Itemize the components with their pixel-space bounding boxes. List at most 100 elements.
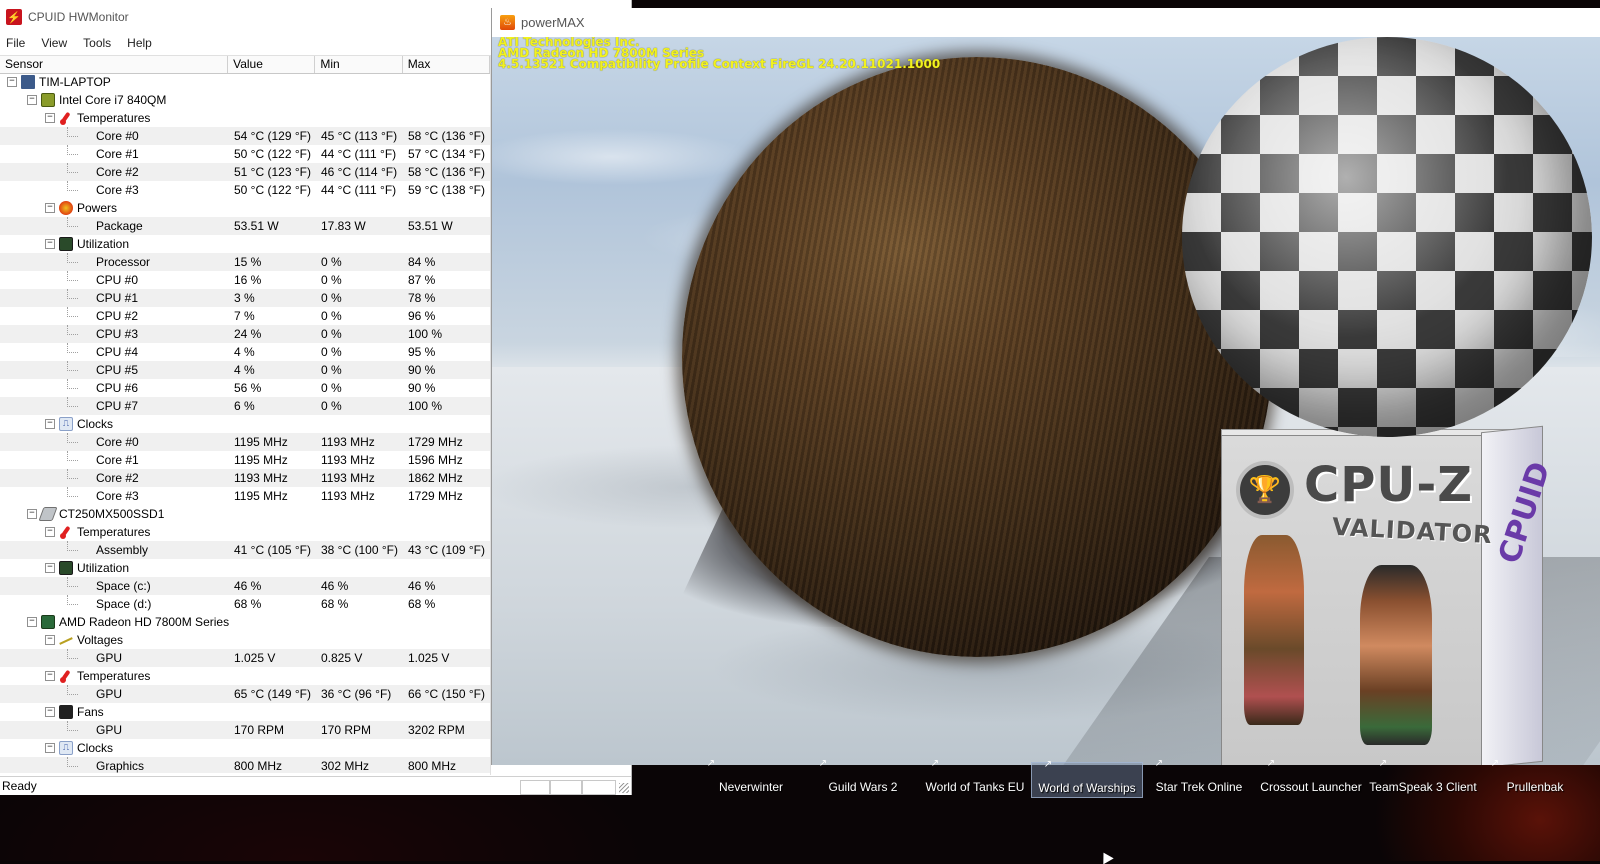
sensor-value: 51 °C (123 °F) [234,165,311,179]
desktop-shortcut[interactable]: ↗ World of Warships [1031,759,1143,798]
collapse-toggle-icon[interactable]: − [27,617,37,627]
sensor-row[interactable]: Space (d:) 68 % 68 % 68 % [0,595,490,613]
powermax-window[interactable]: ♨ powerMAX 🏆 CPU-Z VALIDATOR CPUID ATI T… [491,8,1600,765]
sensor-max [403,739,490,757]
tree-node[interactable]: − Voltages [0,631,490,649]
tree-node[interactable]: − Utilization [0,559,490,577]
tree-node[interactable]: − Temperatures [0,523,490,541]
tree-node[interactable]: − Temperatures [0,109,490,127]
sensor-row[interactable]: Graphics 800 MHz 302 MHz 800 MHz [0,757,490,773]
sensor-min [316,505,403,523]
sensor-row[interactable]: Core #3 1195 MHz 1193 MHz 1729 MHz [0,487,490,505]
sensor-min: 68 % [321,597,349,611]
column-sensor[interactable]: Sensor [0,56,229,73]
resize-grip[interactable] [619,783,629,793]
collapse-toggle-icon[interactable]: − [27,95,37,105]
tree-node[interactable]: − AMD Radeon HD 7800M Series [0,613,490,631]
collapse-toggle-icon[interactable]: − [45,671,55,681]
sensor-row[interactable]: CPU #6 56 % 0 % 90 % [0,379,490,397]
collapse-toggle-icon[interactable]: − [45,527,55,537]
sensor-min: 0 % [321,327,342,341]
sensor-value: 24 % [234,327,262,341]
sensor-value [229,505,316,523]
desktop-shortcut[interactable]: ↗ Neverwinter [695,758,807,798]
sensor-row[interactable]: Core #0 54 °C (129 °F) 45 °C (113 °F) 58 °C… [0,127,490,145]
sensor-row[interactable]: GPU 1.025 V 0.825 V 1.025 V [0,649,490,667]
sensor-row[interactable]: CPU #5 4 % 0 % 90 % [0,361,490,379]
sensor-row[interactable]: CPU #1 3 % 0 % 78 % [0,289,490,307]
collapse-toggle-icon[interactable]: − [7,77,17,87]
sensor-tree[interactable]: − TIM-LAPTOP − Intel Core i7 840QM − Temperat… [0,73,490,773]
sensor-row[interactable]: Package 53.51 W 17.83 W 53.51 W [0,217,490,235]
sensor-name-cell: − Temperatures [0,667,229,685]
render-viewport[interactable]: 🏆 CPU-Z VALIDATOR CPUID ATI Technologies… [492,37,1600,765]
collapse-toggle-icon[interactable]: − [45,419,55,429]
collapse-toggle-icon[interactable]: − [27,509,37,519]
desktop-shortcut[interactable]: ↗ Crossout Launcher [1255,758,1367,798]
sensor-name-cell: − Temperatures [0,109,229,127]
sensor-value: 800 MHz [234,759,283,773]
sensor-min: 0 % [321,381,342,395]
node-label: Temperatures [77,111,151,125]
tree-node[interactable]: − Temperatures [0,667,490,685]
desktop-shortcut[interactable]: ↗ TeamSpeak 3 Client [1367,758,1479,798]
desktop-shortcut[interactable]: ↗ World of Tanks EU [919,758,1031,798]
tree-node[interactable]: − Intel Core i7 840QM [0,91,490,109]
sensor-row[interactable]: Core #2 1193 MHz 1193 MHz 1862 MHz [0,469,490,487]
collapse-toggle-icon[interactable]: − [45,743,55,753]
desktop-shortcut[interactable]: ↗ Star Trek Online [1143,758,1255,798]
collapse-toggle-icon[interactable]: − [45,239,55,249]
sensor-label: CPU #1 [96,291,139,305]
collapse-toggle-icon[interactable]: − [45,707,55,717]
collapse-toggle-icon[interactable]: − [45,635,55,645]
menu-tools[interactable]: Tools [83,36,111,50]
sensor-value: 15 % [234,255,262,269]
tree-node[interactable]: − Fans [0,703,490,721]
collapse-toggle-icon[interactable]: − [45,203,55,213]
tree-guide-line [67,757,78,767]
desktop-shortcut[interactable]: ↗ Guild Wars 2 [807,758,919,798]
collapse-toggle-icon[interactable]: − [45,113,55,123]
sensor-label: CPU #7 [96,399,139,413]
column-value[interactable]: Value [228,56,316,73]
sensor-row[interactable]: Core #1 50 °C (122 °F) 44 °C (111 °F) 57 °C… [0,145,490,163]
tree-node[interactable]: − ⎍ Clocks [0,739,490,757]
menu-file[interactable]: File [6,36,25,50]
sensor-max: 800 MHz [408,759,457,773]
sensor-row[interactable]: CPU #0 16 % 0 % 87 % [0,271,490,289]
sensor-row[interactable]: Processor 15 % 0 % 84 % [0,253,490,271]
node-label: TIM-LAPTOP [39,75,111,89]
tree-guide-line [67,325,78,335]
sensor-min: 170 RPM [321,723,372,737]
tree-node[interactable]: − ⎍ Clocks [0,415,490,433]
sensor-row[interactable]: GPU 65 °C (149 °F) 36 °C (96 °F) 66 °C (150… [0,685,490,703]
tree-node[interactable]: − Powers [0,199,490,217]
tree-node[interactable]: − TIM-LAPTOP [0,73,490,91]
menu-help[interactable]: Help [127,36,152,50]
sensor-row[interactable]: Core #0 1195 MHz 1193 MHz 1729 MHz [0,433,490,451]
sensor-max: 95 % [408,345,436,359]
sensor-row[interactable]: CPU #2 7 % 0 % 96 % [0,307,490,325]
menu-view[interactable]: View [41,36,67,50]
sensor-row[interactable]: CPU #3 24 % 0 % 100 % [0,325,490,343]
sensor-row[interactable]: Core #1 1195 MHz 1193 MHz 1596 MHz [0,451,490,469]
sensor-name-cell: − ⎍ Clocks [0,415,229,433]
collapse-toggle-icon[interactable]: − [45,563,55,573]
sensor-max: 96 % [408,309,436,323]
sensor-row[interactable]: GPU 170 RPM 170 RPM 3202 RPM [0,721,490,739]
sensor-row[interactable]: Core #2 51 °C (123 °F) 46 °C (114 °F) 58 °C… [0,163,490,181]
tree-node[interactable]: − CT250MX500SSD1 [0,505,490,523]
sensor-row[interactable]: Space (c:) 46 % 46 % 46 % [0,577,490,595]
sensor-row[interactable]: CPU #7 6 % 0 % 100 % [0,397,490,415]
column-min[interactable]: Min [315,56,403,73]
shortcut-label: World of Tanks EU [925,780,1025,794]
column-max[interactable]: Max [403,56,490,73]
sensor-row[interactable]: Core #3 50 °C (122 °F) 44 °C (111 °F) 59 °C… [0,181,490,199]
sensor-label: Processor [96,255,151,269]
powermax-titlebar[interactable]: ♨ powerMAX [492,8,1600,37]
sensor-row[interactable]: CPU #4 4 % 0 % 95 % [0,343,490,361]
gl-version: 4.5.13521 Compatibility Profile Context … [498,57,941,71]
sensor-row[interactable]: Assembly 41 °C (105 °F) 38 °C (100 °F) 43 °… [0,541,490,559]
tree-node[interactable]: − Utilization [0,235,490,253]
desktop-shortcut[interactable]: ↗ Prullenbak [1479,758,1591,798]
